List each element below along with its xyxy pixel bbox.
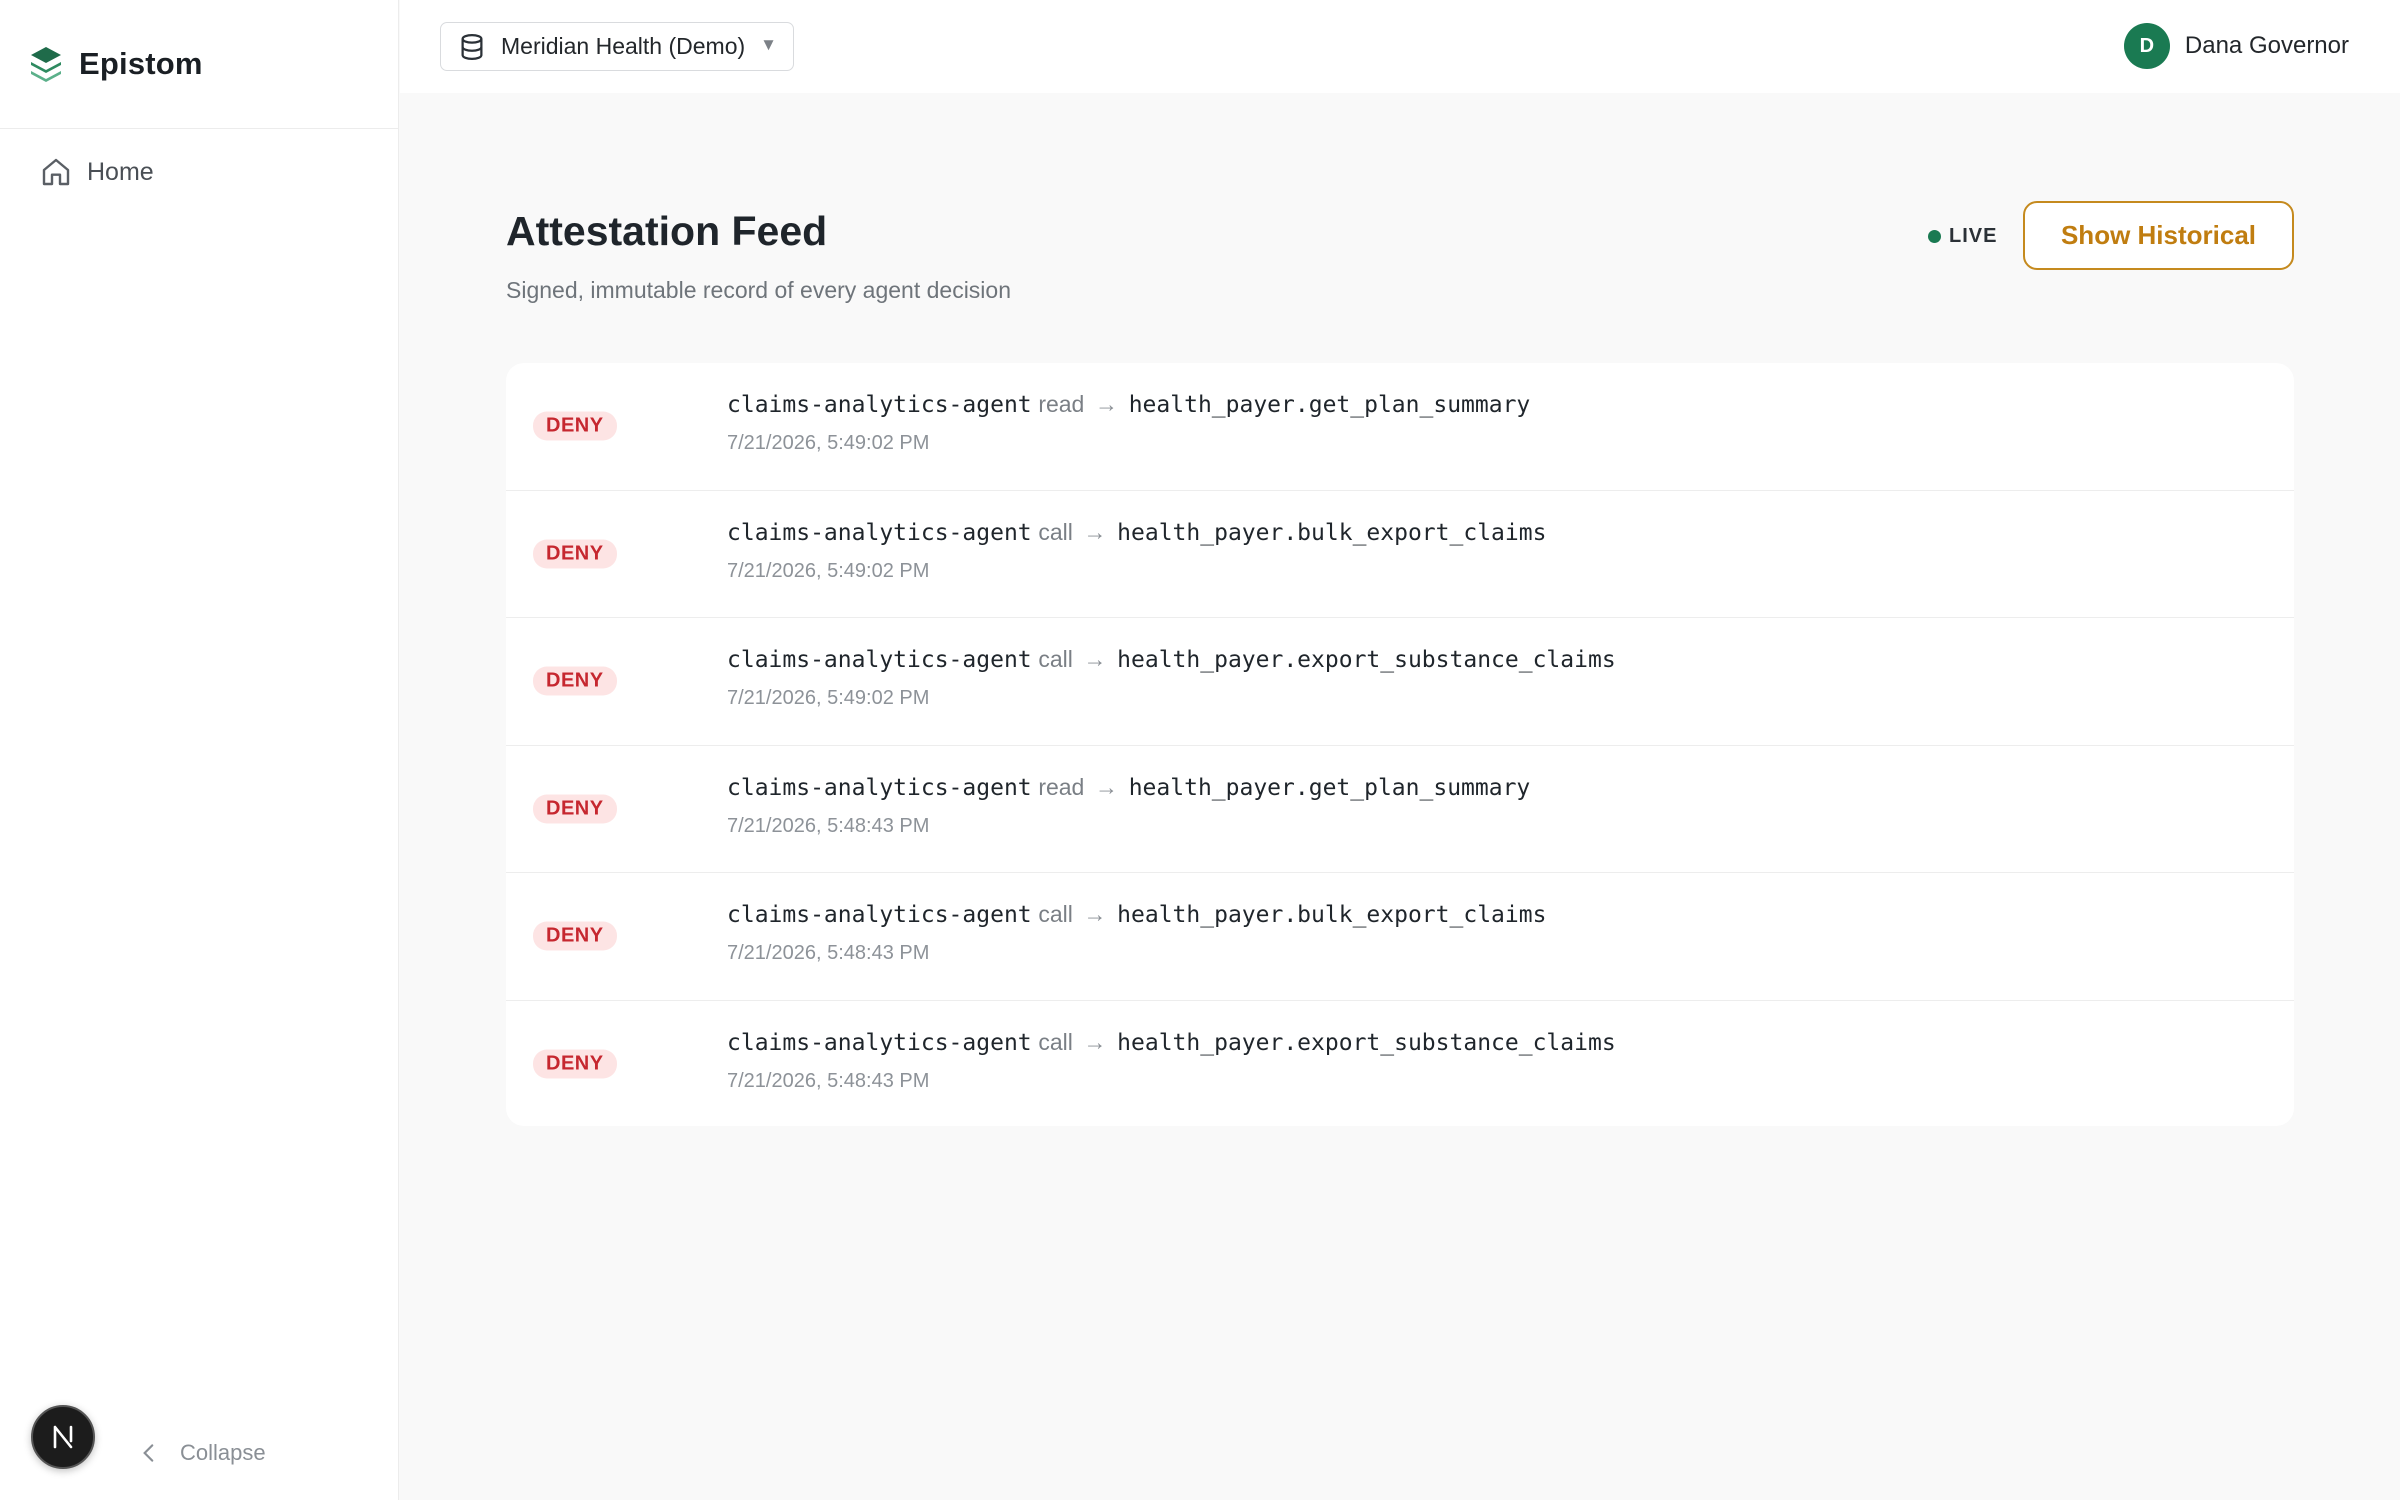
page-subtitle: Signed, immutable record of every agent …	[506, 277, 1012, 303]
agent-name: claims-analytics-agent	[727, 392, 1032, 418]
arrow-right-icon: →	[1083, 646, 1107, 672]
timestamp: 7/21/2026, 5:48:43 PM	[727, 942, 930, 964]
target-resource: health_payer.export_substance_claims	[1117, 1029, 1616, 1056]
avatar: D	[2123, 23, 2170, 69]
feed-row-action: claims-analytics-agent call → health_pay…	[727, 901, 1546, 929]
layers-logo-icon	[31, 47, 61, 82]
action-verb: call	[1038, 901, 1073, 927]
database-icon	[461, 33, 483, 60]
feed-row[interactable]: DENY claims-analytics-agent call → healt…	[506, 491, 2294, 618]
feed-row-action: claims-analytics-agent read → health_pay…	[727, 391, 1530, 419]
target-resource: health_payer.get_plan_summary	[1128, 392, 1531, 418]
decision-badge: DENY	[533, 921, 617, 951]
sidebar: Epistom Home Collapse	[0, 0, 399, 1500]
feed-row-content: claims-analytics-agent call → health_pay…	[727, 1029, 1616, 1093]
action-verb: call	[1038, 646, 1073, 672]
decision-badge: DENY	[533, 794, 617, 824]
timestamp: 7/21/2026, 5:49:02 PM	[727, 559, 930, 582]
feed-row-content: claims-analytics-agent read → health_pay…	[727, 774, 1530, 838]
action-verb: read	[1038, 773, 1085, 800]
home-icon	[42, 158, 70, 186]
agent-name: claims-analytics-agent	[727, 519, 1032, 546]
feed-row[interactable]: DENY claims-analytics-agent call → healt…	[506, 1001, 2294, 1127]
arrow-right-icon: →	[1083, 901, 1107, 927]
show-historical-button[interactable]: Show Historical	[2023, 201, 2294, 270]
topbar: Meridian Health (Demo) ▼ D Dana Governor	[400, 0, 2400, 93]
arrow-right-icon: →	[1083, 1028, 1107, 1055]
arrow-right-icon: →	[1095, 773, 1119, 800]
action-verb: read	[1038, 391, 1085, 417]
brand[interactable]: Epistom	[0, 0, 398, 129]
org-selector-value: Meridian Health (Demo)	[501, 33, 746, 59]
agent-name: claims-analytics-agent	[727, 647, 1032, 673]
target-resource: health_payer.bulk_export_claims	[1117, 902, 1547, 928]
agent-name: claims-analytics-agent	[727, 774, 1032, 801]
caret-down-icon: ▼	[760, 35, 777, 54]
feed-row[interactable]: DENY claims-analytics-agent call → healt…	[506, 618, 2294, 746]
sidebar-item-home[interactable]: Home	[40, 156, 154, 188]
decision-badge: DENY	[533, 666, 617, 696]
collapse-button[interactable]: Collapse	[136, 1440, 266, 1466]
feed-row[interactable]: DENY claims-analytics-agent read → healt…	[506, 363, 2294, 491]
arrow-right-icon: →	[1095, 391, 1119, 417]
n-badge-button[interactable]	[31, 1405, 95, 1469]
feed-row-content: claims-analytics-agent read → health_pay…	[727, 391, 1530, 455]
brand-name: Epistom	[79, 46, 203, 81]
timestamp: 7/21/2026, 5:48:43 PM	[727, 1069, 930, 1092]
user-menu[interactable]: D Dana Governor	[2123, 23, 2349, 69]
live-label: LIVE	[1949, 225, 1998, 247]
decision-badge: DENY	[533, 411, 617, 441]
agent-name: claims-analytics-agent	[727, 1029, 1032, 1056]
decision-badge: DENY	[533, 1049, 617, 1079]
arrow-right-icon: →	[1083, 518, 1107, 545]
timestamp: 7/21/2026, 5:49:02 PM	[727, 687, 930, 709]
feed-row-action: claims-analytics-agent read → health_pay…	[727, 774, 1530, 802]
collapse-label: Collapse	[180, 1440, 266, 1465]
live-dot-icon	[1928, 230, 1941, 243]
attestation-feed: DENY claims-analytics-agent read → healt…	[506, 363, 2294, 1126]
feed-row-content: claims-analytics-agent call → health_pay…	[727, 519, 1546, 583]
target-resource: health_payer.bulk_export_claims	[1117, 519, 1547, 546]
feed-row[interactable]: DENY claims-analytics-agent read → healt…	[506, 746, 2294, 873]
action-verb: call	[1038, 1028, 1073, 1055]
live-indicator: LIVE	[1928, 225, 1997, 248]
page-title: Attestation Feed	[506, 208, 828, 254]
target-resource: health_payer.get_plan_summary	[1128, 774, 1531, 801]
decision-badge: DENY	[533, 539, 617, 569]
action-verb: call	[1038, 518, 1073, 545]
timestamp: 7/21/2026, 5:48:43 PM	[727, 814, 930, 837]
sidebar-item-label: Home	[87, 157, 154, 186]
feed-row-action: claims-analytics-agent call → health_pay…	[727, 519, 1546, 547]
timestamp: 7/21/2026, 5:49:02 PM	[727, 432, 930, 454]
n-logo-icon	[53, 1425, 73, 1449]
feed-row-action: claims-analytics-agent call → health_pay…	[727, 646, 1616, 674]
feed-row[interactable]: DENY claims-analytics-agent call → healt…	[506, 873, 2294, 1001]
agent-name: claims-analytics-agent	[727, 902, 1032, 928]
target-resource: health_payer.export_substance_claims	[1117, 647, 1616, 673]
feed-row-content: claims-analytics-agent call → health_pay…	[727, 901, 1546, 965]
org-selector[interactable]: Meridian Health (Demo) ▼	[440, 22, 794, 71]
user-name: Dana Governor	[2184, 32, 2349, 59]
feed-row-action: claims-analytics-agent call → health_pay…	[727, 1029, 1616, 1057]
feed-row-content: claims-analytics-agent call → health_pay…	[727, 646, 1616, 710]
chevron-left-icon	[143, 1444, 154, 1462]
